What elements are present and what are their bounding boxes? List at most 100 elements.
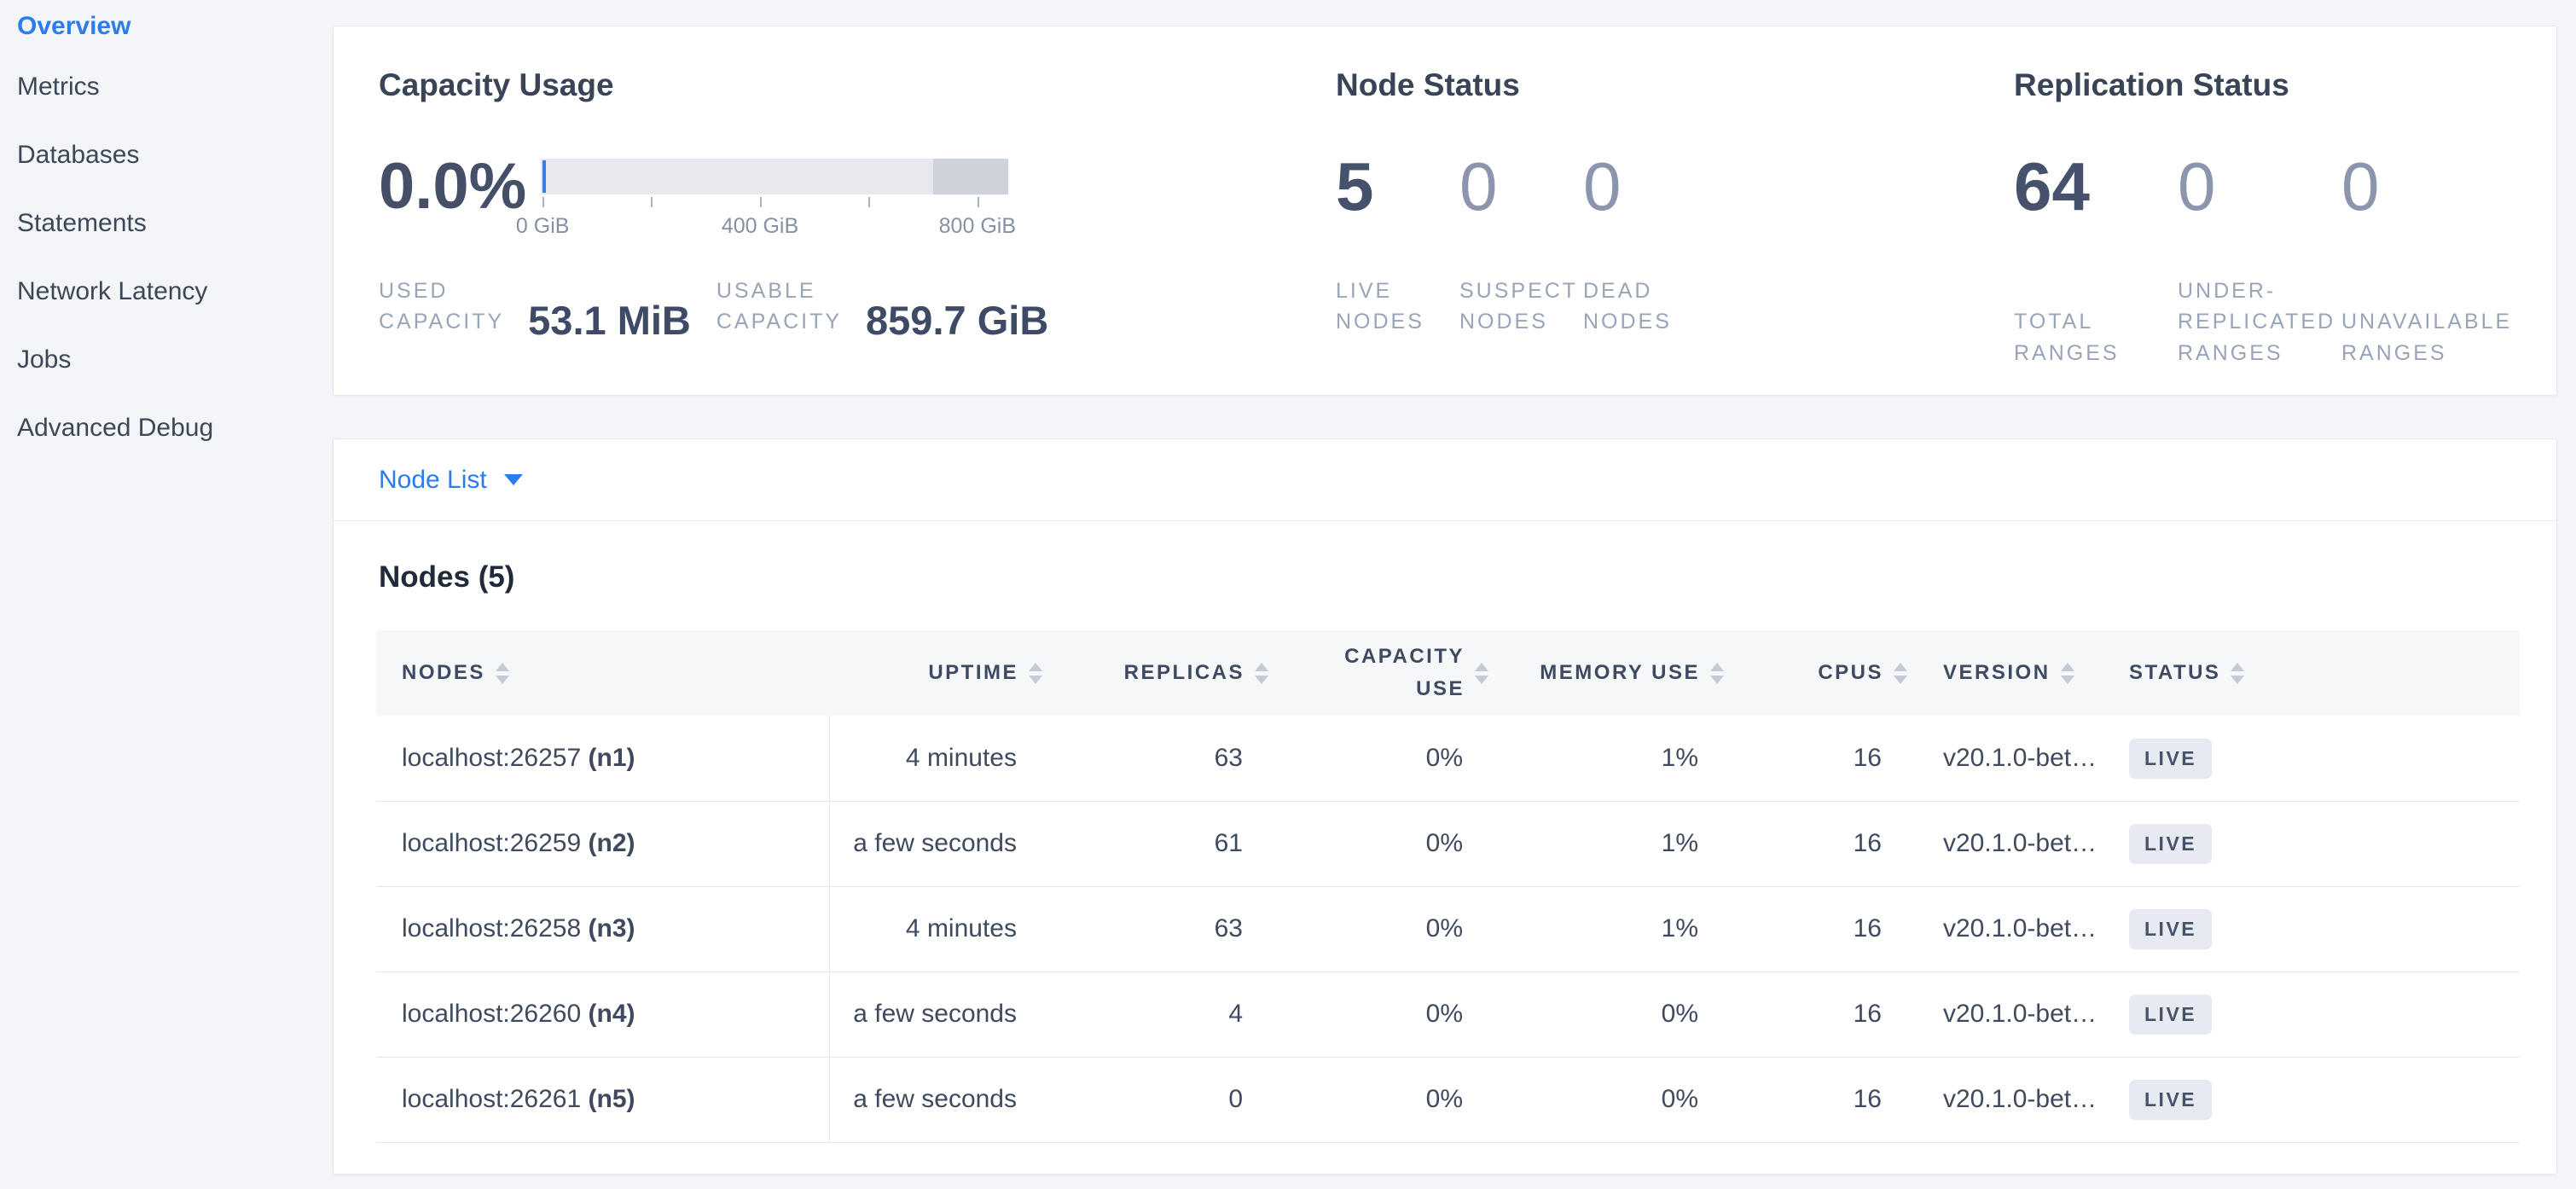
- node-list-dropdown[interactable]: Node List: [379, 466, 523, 495]
- sidebar-item-advanced-debug[interactable]: Advanced Debug: [0, 394, 333, 462]
- dead-nodes-label: DEAD NODES: [1583, 276, 1707, 338]
- node-status-section: Node Status 5 0 0 LIVE NODES SUSPECT NOD…: [1336, 69, 2014, 395]
- sort-icon: [2061, 663, 2074, 684]
- usable-capacity-stat: USABLE CAPACITY 859.7 GiB: [717, 276, 1048, 338]
- capacity-axis-ticks: [541, 196, 1008, 207]
- total-ranges-count: 64: [2014, 153, 2178, 221]
- node-cpus: 16: [1724, 801, 1907, 886]
- status-column-label: STATUS: [2129, 657, 2220, 689]
- node-id: (n1): [589, 744, 635, 772]
- node-cpus: 16: [1724, 886, 1907, 972]
- table-row[interactable]: localhost:26260 (n4) a few seconds 4 0% …: [376, 972, 2520, 1057]
- usable-capacity-label: USABLE CAPACITY: [717, 276, 842, 338]
- column-header-status[interactable]: STATUS: [2099, 630, 2520, 716]
- sidebar-item-overview[interactable]: Overview: [0, 0, 333, 53]
- node-uptime: a few seconds: [829, 1057, 1042, 1142]
- sidebar-item-statements[interactable]: Statements: [0, 189, 333, 258]
- node-memory-use: 0%: [1488, 1057, 1724, 1142]
- node-version: v20.1.0-bet…: [1907, 886, 2099, 972]
- uptime-column-label: UPTIME: [928, 657, 1018, 689]
- version-column-label: VERSION: [1943, 657, 2051, 689]
- node-capacity-use: 0%: [1268, 801, 1488, 886]
- capacity-bar-used-marker: [542, 160, 546, 193]
- cluster-overview-card: Capacity Usage 0.0% 0 GiB 400 GiB 800 Gi…: [333, 26, 2557, 396]
- table-row[interactable]: localhost:26261 (n5) a few seconds 0 0% …: [376, 1057, 2520, 1142]
- sidebar-item-jobs[interactable]: Jobs: [0, 326, 333, 394]
- memory-use-column-label: MEMORY USE: [1540, 657, 1700, 689]
- nodes-column-label: NODES: [402, 657, 485, 689]
- usable-capacity-value: 859.7 GiB: [866, 300, 1048, 340]
- node-version: v20.1.0-bet…: [1907, 801, 2099, 886]
- node-address: localhost:26259: [402, 829, 581, 857]
- table-row[interactable]: localhost:26257 (n1) 4 minutes 63 0% 1% …: [376, 716, 2520, 801]
- capacity-bar-chart: 0 GiB 400 GiB 800 GiB: [541, 159, 1008, 240]
- node-memory-use: 1%: [1488, 886, 1724, 972]
- column-header-version[interactable]: VERSION: [1907, 630, 2099, 716]
- suspect-nodes-label: SUSPECT NODES: [1459, 276, 1583, 338]
- dead-nodes-count: 0: [1583, 153, 1707, 221]
- live-nodes-count: 5: [1336, 153, 1459, 221]
- column-header-nodes[interactable]: NODES: [376, 630, 829, 716]
- node-memory-use: 1%: [1488, 801, 1724, 886]
- node-version: v20.1.0-bet…: [1907, 716, 2099, 801]
- node-replicas: 4: [1042, 972, 1268, 1057]
- node-list-dropdown-label: Node List: [379, 466, 487, 495]
- node-cpus: 16: [1724, 716, 1907, 801]
- node-replicas: 61: [1042, 801, 1268, 886]
- sort-icon: [1894, 663, 1907, 684]
- column-header-cpus[interactable]: CPUS: [1724, 630, 1907, 716]
- sidebar-item-network-latency[interactable]: Network Latency: [0, 258, 333, 326]
- node-uptime: a few seconds: [829, 972, 1042, 1057]
- column-header-replicas[interactable]: REPLICAS: [1042, 630, 1268, 716]
- status-badge: LIVE: [2129, 995, 2212, 1035]
- used-capacity-stat: USED CAPACITY 53.1 MiB: [379, 276, 691, 338]
- replication-status-title: Replication Status: [2014, 69, 2556, 101]
- node-capacity-use: 0%: [1268, 1057, 1488, 1142]
- chevron-down-icon: [504, 474, 523, 485]
- column-header-uptime[interactable]: UPTIME: [829, 630, 1042, 716]
- node-uptime: a few seconds: [829, 801, 1042, 886]
- node-capacity-use: 0%: [1268, 972, 1488, 1057]
- nodes-count-heading: Nodes (5): [379, 560, 2556, 594]
- table-row[interactable]: localhost:26259 (n2) a few seconds 61 0%…: [376, 801, 2520, 886]
- node-address: localhost:26257: [402, 744, 581, 772]
- sort-icon: [496, 663, 509, 684]
- total-ranges-label: TOTAL RANGES: [2014, 306, 2178, 368]
- capacity-bar-track: [541, 159, 1008, 194]
- column-header-memory-use[interactable]: MEMORY USE: [1488, 630, 1724, 716]
- sort-icon: [1029, 663, 1042, 684]
- unavailable-ranges-label: UNAVAILABLE RANGES: [2341, 306, 2505, 368]
- node-replicas: 63: [1042, 716, 1268, 801]
- capacity-used-percent: 0.0%: [379, 154, 532, 219]
- capacity-usage-section: Capacity Usage 0.0% 0 GiB 400 GiB 800 Gi…: [379, 69, 1336, 395]
- sidebar: Overview Metrics Databases Statements Ne…: [0, 0, 333, 1189]
- node-capacity-use: 0%: [1268, 886, 1488, 972]
- sidebar-item-databases[interactable]: Databases: [0, 121, 333, 189]
- column-header-capacity-use[interactable]: CAPACITY USE: [1268, 630, 1488, 716]
- axis-label-0gib: 0 GiB: [516, 214, 570, 239]
- node-address: localhost:26258: [402, 914, 581, 942]
- status-badge: LIVE: [2129, 739, 2212, 779]
- suspect-nodes-count: 0: [1459, 153, 1583, 221]
- axis-label-400gib: 400 GiB: [722, 214, 798, 239]
- sidebar-item-metrics[interactable]: Metrics: [0, 53, 333, 121]
- under-replicated-ranges-count: 0: [2178, 153, 2341, 221]
- cpus-column-label: CPUS: [1818, 657, 1883, 689]
- node-list-selector-bar: Node List: [334, 439, 2556, 521]
- node-address: localhost:26261: [402, 1085, 581, 1113]
- node-id: (n3): [589, 914, 635, 942]
- node-version: v20.1.0-bet…: [1907, 1057, 2099, 1142]
- replication-status-section: Replication Status 64 0 0 TOTAL RANGES U…: [2014, 69, 2556, 395]
- node-uptime: 4 minutes: [829, 886, 1042, 972]
- table-row[interactable]: localhost:26258 (n3) 4 minutes 63 0% 1% …: [376, 886, 2520, 972]
- node-id: (n2): [589, 829, 635, 857]
- node-uptime: 4 minutes: [829, 716, 1042, 801]
- node-status-title: Node Status: [1336, 69, 2014, 101]
- capacity-usage-title: Capacity Usage: [379, 69, 1336, 101]
- node-capacity-use: 0%: [1268, 716, 1488, 801]
- node-id: (n5): [589, 1085, 635, 1113]
- node-id: (n4): [589, 1000, 635, 1028]
- main-content: Capacity Usage 0.0% 0 GiB 400 GiB 800 Gi…: [333, 0, 2557, 1174]
- node-replicas: 63: [1042, 886, 1268, 972]
- status-badge: LIVE: [2129, 909, 2212, 949]
